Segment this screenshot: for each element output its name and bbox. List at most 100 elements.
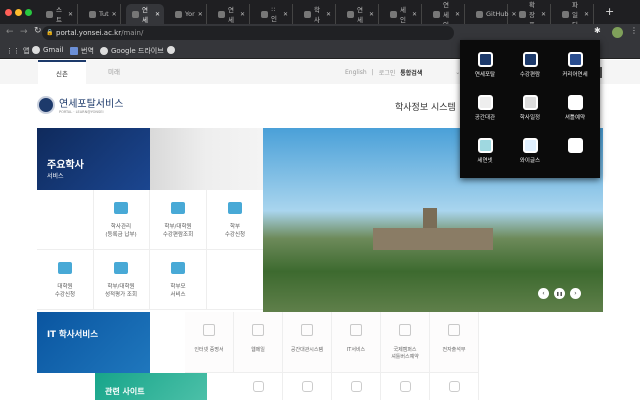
back-icon[interactable]: ← bbox=[6, 27, 14, 37]
it-service-item[interactable]: 인터넷 증명서 bbox=[185, 312, 234, 373]
bookmark-label: Google 드라이브 bbox=[111, 47, 164, 55]
browser-tab[interactable]: GitHub ✕ bbox=[470, 4, 517, 24]
bookmark-globe[interactable] bbox=[167, 46, 175, 54]
close-tab-icon[interactable]: ✕ bbox=[283, 11, 288, 18]
menu-icon[interactable]: ⋮ bbox=[630, 26, 638, 35]
section-subtitle: 서비스 bbox=[47, 173, 64, 180]
close-tab-icon[interactable]: ✕ bbox=[326, 11, 331, 18]
slide-next-button[interactable]: › bbox=[570, 288, 581, 299]
google-icon bbox=[100, 47, 108, 55]
bookmark-translate[interactable]: 번역 bbox=[70, 46, 94, 56]
service-item[interactable]: 학부모 서비스 bbox=[150, 250, 207, 310]
related-site-icon bbox=[350, 381, 362, 392]
browser-tab[interactable]: 연세인✕ bbox=[427, 1, 465, 29]
tab-mirae[interactable]: 미래 bbox=[90, 60, 138, 84]
portal-logo[interactable]: 연세포탈서비스 PORTAL · LEARN@YONSEI bbox=[37, 95, 123, 114]
related-site-item[interactable] bbox=[332, 373, 381, 400]
popup-app[interactable]: 연세포탈 bbox=[462, 52, 508, 78]
bookmark-google-drive[interactable]: Google 드라이브 bbox=[100, 46, 164, 56]
related-site-item[interactable] bbox=[234, 373, 283, 400]
it-service-item[interactable]: 국제캠퍼스 셔틀버스예약 bbox=[381, 312, 430, 373]
login-link[interactable]: 로그인 bbox=[379, 68, 396, 77]
close-tab-icon[interactable]: ✕ bbox=[68, 11, 73, 18]
popup-app[interactable] bbox=[552, 138, 598, 156]
tab-sinchon[interactable]: 신촌 bbox=[38, 60, 86, 84]
browser-tab[interactable]: 학사 ✕ bbox=[298, 4, 336, 24]
close-tab-icon[interactable]: ✕ bbox=[455, 11, 460, 18]
app-icon bbox=[477, 52, 493, 67]
close-tab-icon[interactable]: ✕ bbox=[541, 11, 546, 18]
popup-app[interactable]: 수강편람 bbox=[507, 52, 553, 78]
close-tab-icon[interactable]: ✕ bbox=[155, 11, 160, 18]
close-tab-icon[interactable]: ✕ bbox=[112, 11, 117, 18]
favicon-icon bbox=[261, 10, 268, 18]
english-link[interactable]: English bbox=[345, 69, 367, 76]
minimize-window-button[interactable] bbox=[15, 9, 22, 16]
favicon-icon bbox=[390, 10, 397, 18]
it-service-item[interactable]: IT서비스 bbox=[332, 312, 381, 373]
service-item[interactable]: 학부/대학원 수강편람조회 bbox=[150, 190, 207, 250]
browser-tab[interactable]: 파일 디✕ bbox=[556, 1, 594, 29]
popup-app[interactable]: 커리어연세 bbox=[552, 52, 598, 78]
tab-label: GitHub bbox=[486, 10, 509, 18]
browser-tab[interactable]: 확장 프✕ bbox=[513, 1, 551, 29]
service-item[interactable]: 학부/대학원 성적평가 조회 bbox=[93, 250, 150, 310]
related-site-icon bbox=[448, 381, 460, 392]
maximize-window-button[interactable] bbox=[25, 9, 32, 16]
slide-pause-button[interactable]: ❚❚ bbox=[554, 288, 565, 299]
close-tab-icon[interactable]: ✕ bbox=[198, 11, 203, 18]
browser-tab[interactable]: :: 인 ✕ bbox=[255, 4, 293, 24]
app-icon bbox=[567, 52, 583, 67]
popup-app[interactable]: 학사일정 bbox=[507, 95, 553, 121]
it-service-label: IT서비스 bbox=[346, 347, 366, 353]
service-label: 학사관리 (등록금 납부) bbox=[105, 224, 137, 238]
it-service-item[interactable]: 웹메일 bbox=[234, 312, 283, 373]
address-bar[interactable]: 🔒 portal.yonsei.ac.kr/main/ bbox=[42, 26, 454, 40]
app-label: 커리어연세 bbox=[562, 72, 588, 78]
it-service-icon bbox=[448, 324, 460, 336]
profile-avatar[interactable] bbox=[612, 27, 623, 38]
service-item[interactable]: 학부 수강신청 bbox=[207, 190, 264, 250]
browser-tab[interactable]: 연세 ✕ bbox=[341, 4, 379, 24]
tab-label: 스트 bbox=[56, 6, 62, 24]
it-service-item[interactable]: 전자출석부 bbox=[430, 312, 479, 373]
browser-tab[interactable]: 스트 ✕ bbox=[40, 4, 78, 24]
reload-icon[interactable]: ↻ bbox=[34, 26, 42, 36]
extensions-icon[interactable]: ✱ bbox=[594, 26, 601, 35]
close-tab-icon[interactable]: ✕ bbox=[584, 11, 589, 18]
it-service-item[interactable]: 공간대관시스템 bbox=[283, 312, 332, 373]
forward-icon[interactable]: → bbox=[20, 27, 28, 37]
search-select[interactable]: 통합검색 bbox=[400, 68, 450, 77]
close-tab-icon[interactable]: ✕ bbox=[412, 11, 417, 18]
bookmark-apps[interactable]: ⋮⋮ 앱 bbox=[6, 46, 29, 56]
related-site-item[interactable] bbox=[381, 373, 430, 400]
browser-tab[interactable]: Tut ✕ bbox=[83, 4, 121, 24]
browser-tab[interactable]: Yor ✕ bbox=[169, 4, 207, 24]
new-tab-button[interactable]: + bbox=[605, 5, 614, 18]
service-item[interactable]: 대학원 수강신청 bbox=[37, 250, 94, 310]
favicon-icon bbox=[175, 10, 182, 18]
popup-app[interactable]: 공간대관 bbox=[462, 95, 508, 121]
lock-icon: 🔒 bbox=[46, 29, 54, 36]
bookmark-gmail[interactable]: Gmail bbox=[32, 46, 63, 54]
related-site-item[interactable] bbox=[430, 373, 479, 400]
related-site-item[interactable] bbox=[283, 373, 332, 400]
browser-tab[interactable]: 연세 ✕ bbox=[212, 4, 250, 24]
related-site-icon bbox=[301, 381, 313, 392]
popup-app[interactable]: 셔틀예약 bbox=[552, 95, 598, 121]
browser-tab[interactable]: 연세 ✕ bbox=[126, 4, 164, 24]
translate-icon bbox=[70, 47, 78, 55]
service-item[interactable]: 학사관리 (등록금 납부) bbox=[93, 190, 150, 250]
top-utility: English | 로그인 통합검색 ⌄ bbox=[345, 68, 460, 77]
popup-app[interactable]: 세연넷 bbox=[462, 138, 508, 164]
service-icon bbox=[171, 262, 185, 274]
popup-app[interactable]: 와이글스 bbox=[507, 138, 553, 164]
close-window-button[interactable] bbox=[5, 9, 12, 16]
close-tab-icon[interactable]: ✕ bbox=[240, 11, 245, 18]
tab-label: :: 인 bbox=[271, 5, 277, 23]
favicon-icon bbox=[132, 10, 139, 18]
browser-tab[interactable]: 세인 ✕ bbox=[384, 4, 422, 24]
slide-prev-button[interactable]: ‹ bbox=[538, 288, 549, 299]
app-label: 수강편람 bbox=[519, 72, 541, 78]
close-tab-icon[interactable]: ✕ bbox=[369, 11, 374, 18]
